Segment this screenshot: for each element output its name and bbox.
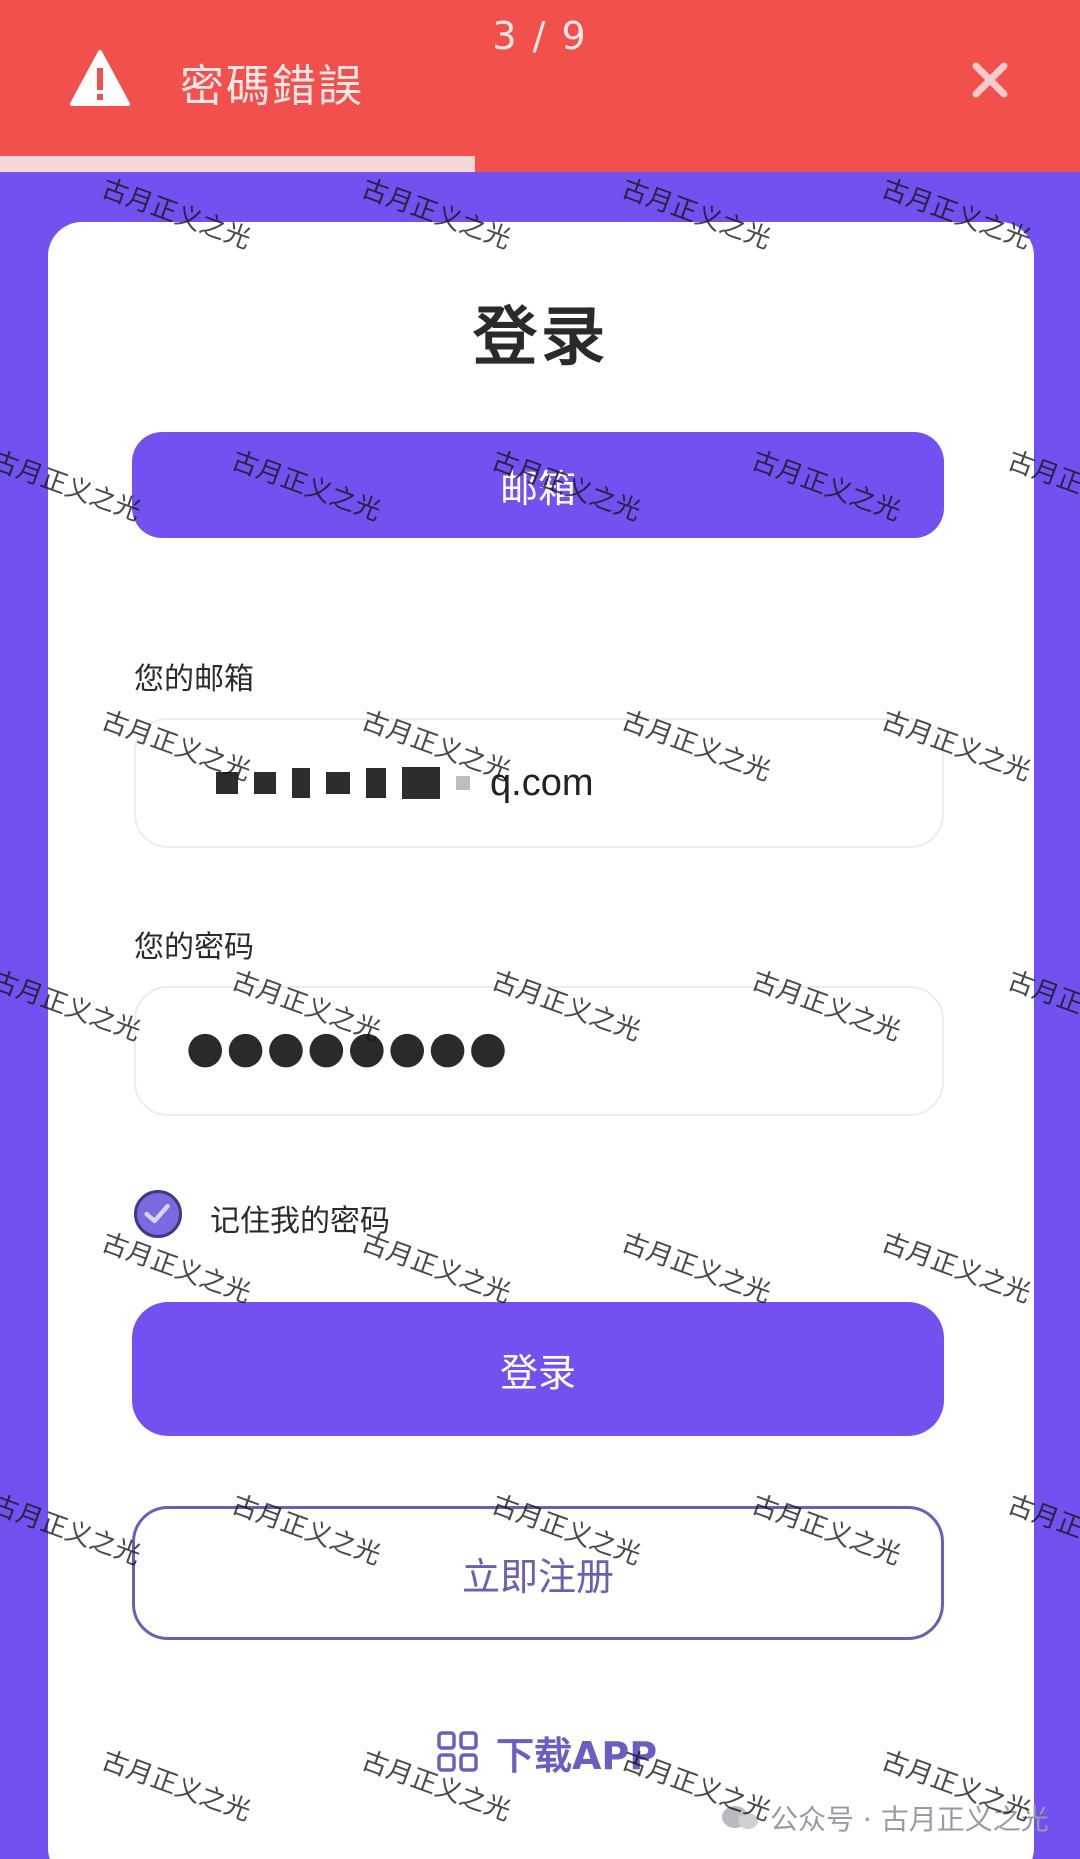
email-label: 您的邮箱 — [134, 662, 254, 697]
toast-progress-bar — [0, 156, 1080, 172]
email-field[interactable]: q.com — [134, 718, 944, 848]
password-field[interactable]: ●●●●●●●● — [134, 986, 944, 1116]
toast-title: 密碼錯誤 — [180, 61, 364, 112]
error-toast: 密碼錯誤 3 / 9 — [0, 0, 1080, 172]
redacted-block — [366, 768, 386, 798]
password-value: ●●●●●●●● — [186, 1022, 510, 1073]
page-title: 登录 — [473, 301, 609, 375]
redacted-block — [292, 768, 310, 798]
register-button[interactable]: 立即注册 — [132, 1506, 944, 1640]
credit-text: 公众号 · 古月正义之光 — [770, 1803, 1049, 1836]
remember-label: 记住我的密码 — [210, 1204, 390, 1239]
check-icon — [144, 1203, 170, 1224]
wechat-icon — [722, 1806, 758, 1829]
warning-icon — [70, 50, 130, 106]
download-app-link[interactable]: 下载APP — [436, 1722, 657, 1782]
grid-icon — [437, 1731, 478, 1772]
email-value: q.com — [216, 758, 593, 808]
redacted-block — [402, 767, 440, 799]
redacted-block — [326, 772, 350, 794]
redacted-block — [254, 772, 276, 794]
close-icon[interactable] — [968, 58, 1012, 102]
redacted-block — [216, 772, 238, 794]
password-label: 您的密码 — [134, 930, 254, 965]
tab-email[interactable]: 邮箱 — [132, 432, 944, 538]
toast-counter: 3 / 9 — [492, 14, 588, 58]
email-visible-text: q.com — [490, 761, 594, 804]
download-label: 下载APP — [496, 1733, 658, 1778]
remember-checkbox[interactable] — [134, 1190, 182, 1238]
login-card: 登录 邮箱 您的邮箱 q.com 您的密码 ●●●●●●●● 记住我的密码 登录… — [48, 222, 1034, 1859]
redacted-block — [456, 776, 470, 790]
toast-progress-fill — [0, 156, 476, 172]
credit-line: 公众号 · 古月正义之光 — [720, 1798, 1049, 1838]
login-button[interactable]: 登录 — [132, 1302, 944, 1436]
